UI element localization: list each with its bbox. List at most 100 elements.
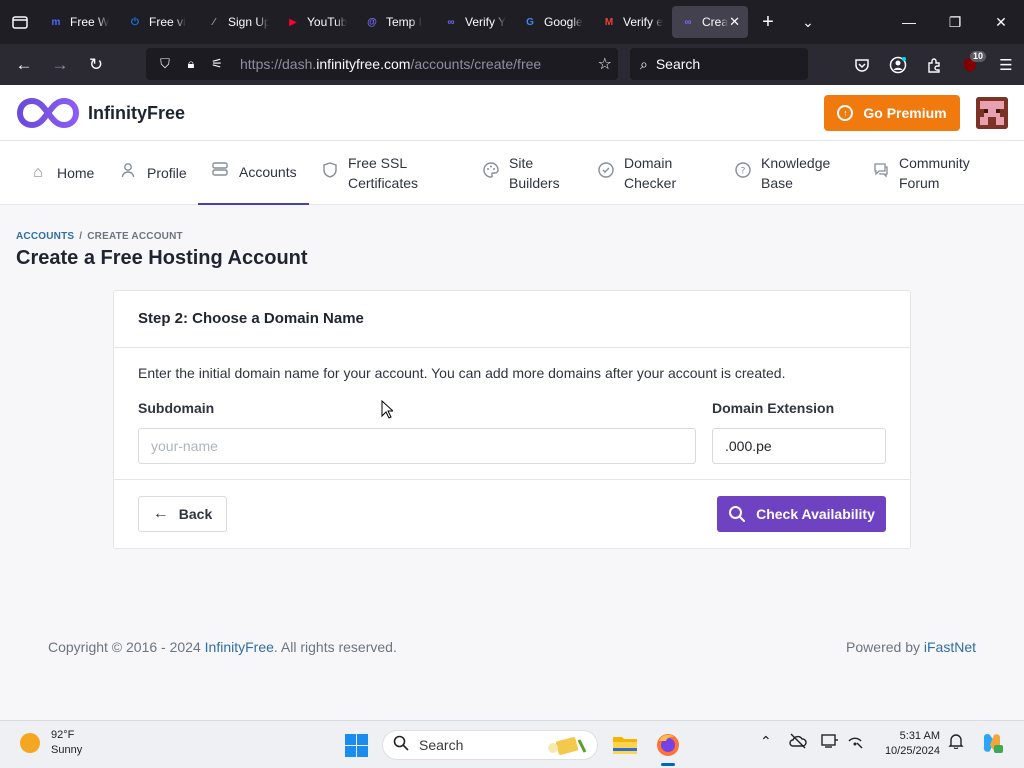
network-icon[interactable]	[847, 733, 863, 752]
youtube-icon: ▶	[289, 16, 297, 28]
url-text[interactable]: https://dash.infinityfree.com/accounts/c…	[240, 56, 541, 72]
extension-badge: 10	[969, 50, 986, 62]
site-logo[interactable]: InfinityFree	[16, 95, 185, 131]
back-button[interactable]: ← Back	[138, 496, 227, 532]
pocket-icon[interactable]	[844, 49, 880, 81]
nav-item-ssl[interactable]: Free SSL Certificates	[322, 141, 442, 205]
weather-desc: Sunny	[51, 744, 83, 756]
nav-item-community-forum[interactable]: Community Forum	[873, 141, 993, 205]
infinityfree-link[interactable]: InfinityFree	[205, 639, 274, 655]
lock-icon[interactable]: 🔒︎	[178, 56, 204, 72]
minimize-button[interactable]: —	[886, 0, 932, 44]
go-premium-label: Go Premium	[863, 105, 947, 121]
nav-item-profile[interactable]: Profile	[119, 141, 187, 205]
weather-temp: 92°F	[51, 729, 75, 741]
taskbar-search[interactable]: Search	[382, 730, 598, 760]
browser-tab[interactable]: ⏻ Free vi	[119, 6, 198, 38]
copilot-icon[interactable]	[980, 731, 1004, 758]
file-explorer-icon[interactable]	[609, 729, 641, 761]
tab-label: Sign Up	[228, 15, 269, 29]
account-icon[interactable]	[880, 49, 916, 81]
tab-list-icon[interactable]	[0, 0, 40, 44]
notification-bell-icon[interactable]	[948, 733, 964, 752]
powered-by: Powered by iFastNet	[846, 639, 976, 655]
close-window-button[interactable]: ✕	[978, 0, 1024, 44]
back-arrow-icon[interactable]: ←	[6, 49, 42, 81]
nav-label: Site Builders	[509, 155, 560, 191]
browser-tab[interactable]: @ Temp I	[356, 6, 435, 38]
nav-item-knowledge-base[interactable]: ? Knowledge Base	[735, 141, 850, 205]
shield-icon[interactable]: ⛉	[152, 56, 178, 72]
cloud-off-icon[interactable]	[789, 733, 807, 752]
browser-tab[interactable]: ∞ Verify Y	[435, 6, 514, 38]
browser-tab[interactable]: ∞ Crea ✕	[672, 6, 748, 38]
taskbar-search-label: Search	[419, 737, 464, 753]
site-header: InfinityFree ↑ Go Premium	[0, 85, 1024, 141]
check-availability-label: Check Availability	[756, 506, 875, 522]
permissions-icon[interactable]: ⚟	[204, 56, 230, 72]
search-icon	[393, 735, 409, 755]
card-footer: ← Back Check Availability	[114, 480, 910, 548]
search-icon: ⌕	[640, 55, 648, 72]
subdomain-label: Subdomain	[138, 400, 215, 416]
display-icon[interactable]	[821, 733, 839, 752]
browser-tab[interactable]: M Verify e	[593, 6, 672, 38]
help-circle-icon: ?	[735, 162, 751, 184]
subdomain-input[interactable]: your-name	[138, 428, 696, 464]
card-body: Enter the initial domain name for your a…	[114, 348, 910, 480]
nav-item-domain-checker[interactable]: Domain Checker	[598, 141, 698, 205]
nav-item-accounts[interactable]: Accounts	[198, 141, 309, 205]
windows-start-icon[interactable]	[345, 734, 368, 757]
tab-label: Verify e	[623, 15, 664, 29]
reload-icon[interactable]: ↻	[78, 49, 114, 81]
svg-text:?: ?	[741, 167, 746, 177]
page-title: Create a Free Hosting Account	[16, 247, 308, 269]
tab-overflow-icon[interactable]: ⌄	[788, 0, 828, 44]
domain-extension-select[interactable]: .000.pe	[712, 428, 886, 464]
chat-icon	[873, 162, 889, 184]
clock[interactable]: 5:31 AM 10/25/2024	[874, 729, 940, 759]
bookmark-star-icon[interactable]: ☆	[598, 54, 612, 74]
chevron-up-icon[interactable]: ⌃	[760, 733, 772, 750]
url-bar[interactable]: ⛉ 🔒︎ ⚟ https://dash.infinityfree.com/acc…	[146, 48, 618, 80]
step-title: Step 2: Choose a Domain Name	[114, 291, 910, 348]
breadcrumb-current: Create Account	[87, 231, 183, 242]
ublock-icon[interactable]: 10	[952, 49, 988, 81]
sun-icon	[20, 733, 40, 753]
browser-tab[interactable]: ⁄ Sign Up	[198, 6, 277, 38]
window-controls: — ❐ ✕	[886, 0, 1024, 44]
taskbar: 92°F Sunny Search ⌃ 5:31 AM 10/25/2024	[0, 720, 1024, 768]
domain-form-card: Step 2: Choose a Domain Name Enter the i…	[113, 290, 911, 549]
nav-label: Knowledge Base	[761, 155, 831, 191]
user-icon	[119, 162, 137, 184]
tab-close-icon[interactable]: ✕	[729, 14, 740, 30]
tab-label: Temp I	[386, 15, 423, 29]
browser-tab[interactable]: m Free W	[40, 6, 119, 38]
logo-text: InfinityFree	[88, 102, 186, 123]
intro-text: Enter the initial domain name for your a…	[138, 365, 786, 381]
browser-search-bar[interactable]: ⌕ Search	[630, 48, 808, 80]
weather-widget[interactable]: 92°F Sunny	[20, 728, 82, 758]
firefox-icon[interactable]	[652, 729, 684, 766]
breadcrumb-accounts-link[interactable]: Accounts	[16, 231, 74, 242]
arrow-up-circle-icon: ↑	[837, 105, 854, 121]
home-icon: ⌂	[33, 164, 43, 181]
go-premium-button[interactable]: ↑ Go Premium	[824, 95, 960, 131]
clock-time: 5:31 AM	[899, 730, 940, 742]
nav-item-site-builders[interactable]: Site Builders	[483, 141, 573, 205]
avatar[interactable]	[976, 97, 1008, 129]
menu-icon[interactable]: ☰	[988, 49, 1024, 81]
browser-tab[interactable]: ▶ YouTub	[277, 6, 356, 38]
mouse-cursor-icon	[381, 400, 393, 419]
shield-icon	[322, 162, 338, 184]
check-availability-button[interactable]: Check Availability	[717, 496, 886, 532]
tab-label: Free W	[70, 15, 110, 29]
browser-tab[interactable]: G Google	[514, 6, 593, 38]
new-tab-button[interactable]: +	[748, 0, 788, 44]
restore-button[interactable]: ❐	[932, 0, 978, 44]
ifastnet-link[interactable]: iFastNet	[924, 639, 976, 655]
nav-item-home[interactable]: ⌂ Home	[29, 141, 94, 205]
infinity-icon: ∞	[447, 16, 455, 28]
extensions-icon[interactable]	[916, 49, 952, 81]
forward-arrow-icon[interactable]: →	[42, 49, 78, 81]
